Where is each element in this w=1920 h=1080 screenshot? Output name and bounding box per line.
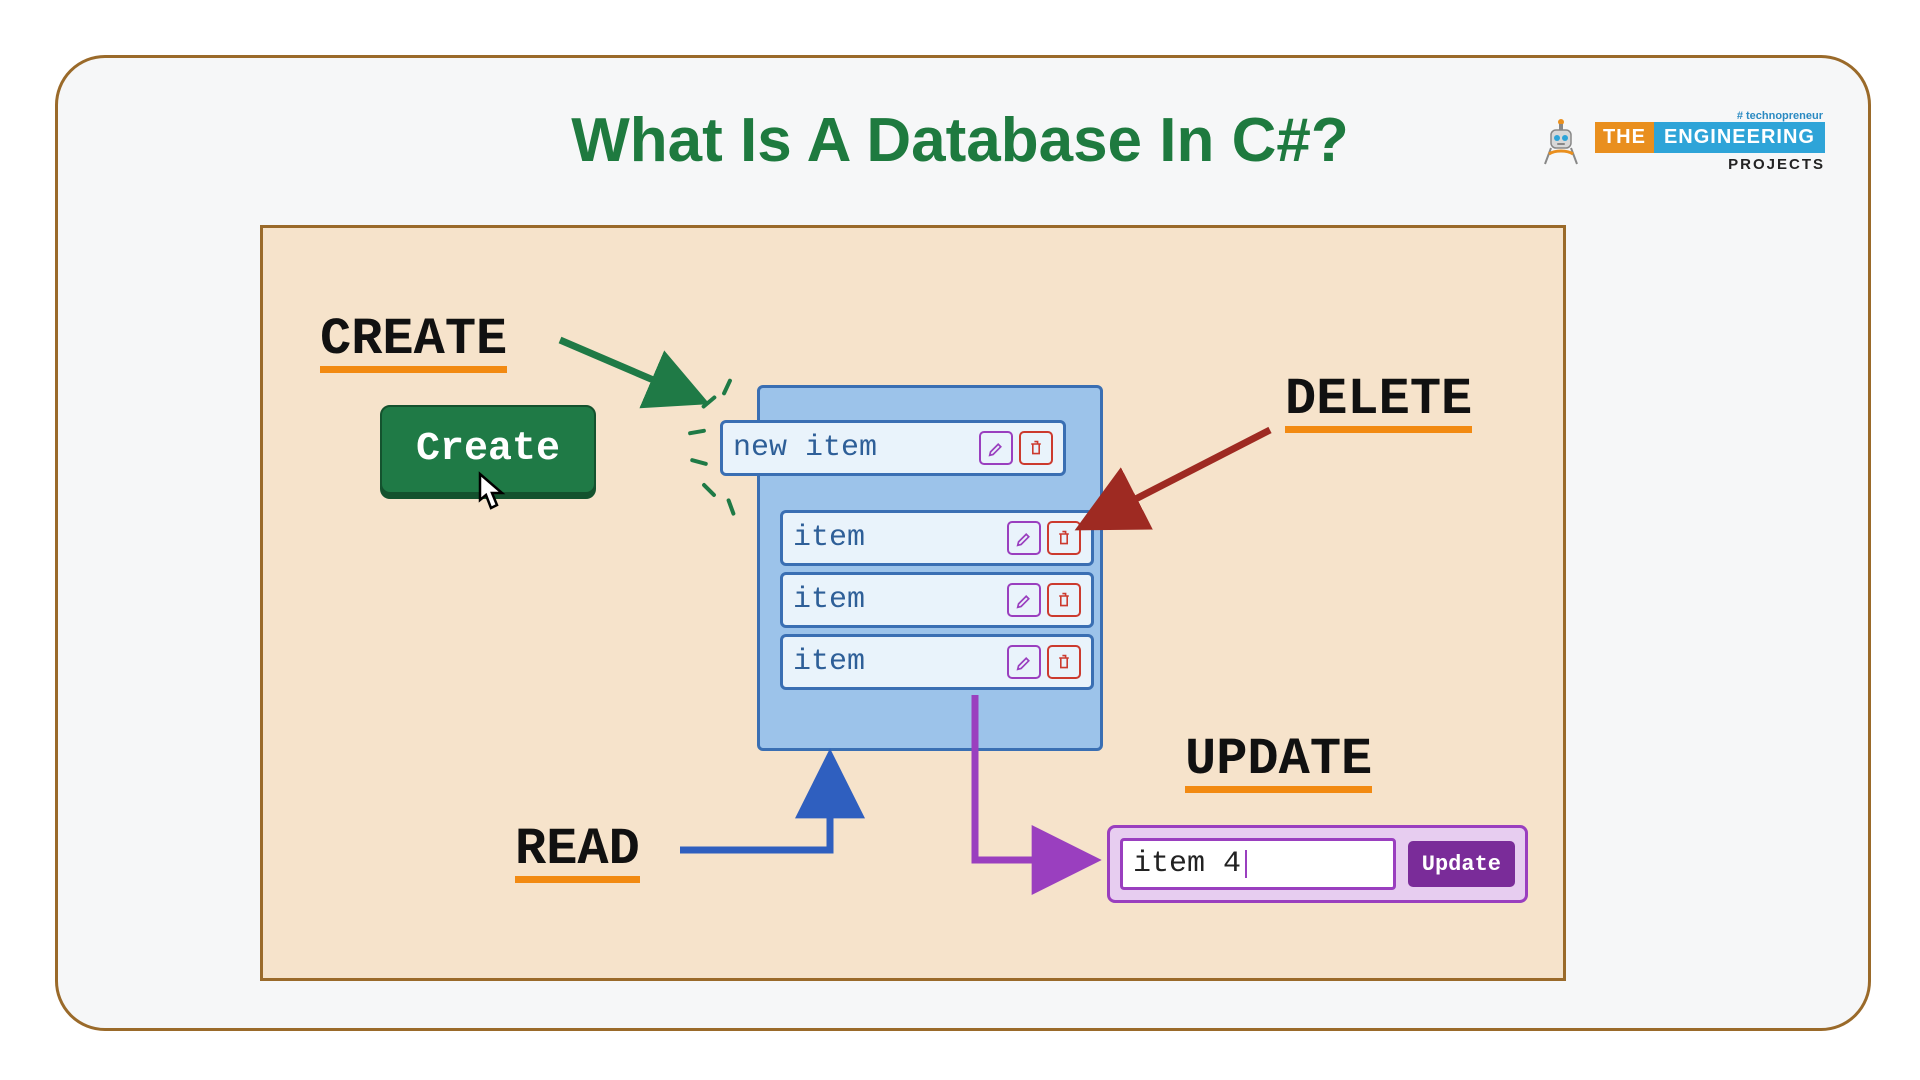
row-item-1: item [780, 510, 1094, 566]
caret-icon [1245, 850, 1247, 878]
label-delete: DELETE [1285, 370, 1472, 433]
row2-label: item [793, 583, 865, 617]
brand-the: THE [1595, 122, 1654, 153]
update-button[interactable]: Update [1408, 841, 1515, 887]
update-input[interactable]: item 4 [1120, 838, 1396, 890]
row-new-label: new item [733, 431, 877, 465]
row-item-3: item [780, 634, 1094, 690]
row1-label: item [793, 521, 865, 555]
row-new-item: new item [720, 420, 1066, 476]
brand-text: # technopreneur THE ENGINEERING PROJECTS [1595, 110, 1825, 173]
edit-icon[interactable] [979, 431, 1013, 465]
robot-icon [1537, 110, 1585, 168]
brand-logo: # technopreneur THE ENGINEERING PROJECTS [1537, 110, 1825, 173]
label-create: CREATE [320, 310, 507, 373]
brand-eng: ENGINEERING [1654, 122, 1825, 153]
trash-icon[interactable] [1047, 521, 1081, 555]
update-input-text: item 4 [1133, 847, 1241, 881]
edit-icon[interactable] [1007, 645, 1041, 679]
edit-icon[interactable] [1007, 521, 1041, 555]
label-read: READ [515, 820, 640, 883]
cursor-icon [470, 470, 512, 516]
row-item-2: item [780, 572, 1094, 628]
trash-icon[interactable] [1019, 431, 1053, 465]
trash-icon[interactable] [1047, 583, 1081, 617]
update-box: item 4 Update [1107, 825, 1528, 903]
edit-icon[interactable] [1007, 583, 1041, 617]
trash-icon[interactable] [1047, 645, 1081, 679]
label-update: UPDATE [1185, 730, 1372, 793]
row3-label: item [793, 645, 865, 679]
brand-projects: PROJECTS [1728, 156, 1825, 173]
brand-tag: # technopreneur [1737, 110, 1823, 122]
